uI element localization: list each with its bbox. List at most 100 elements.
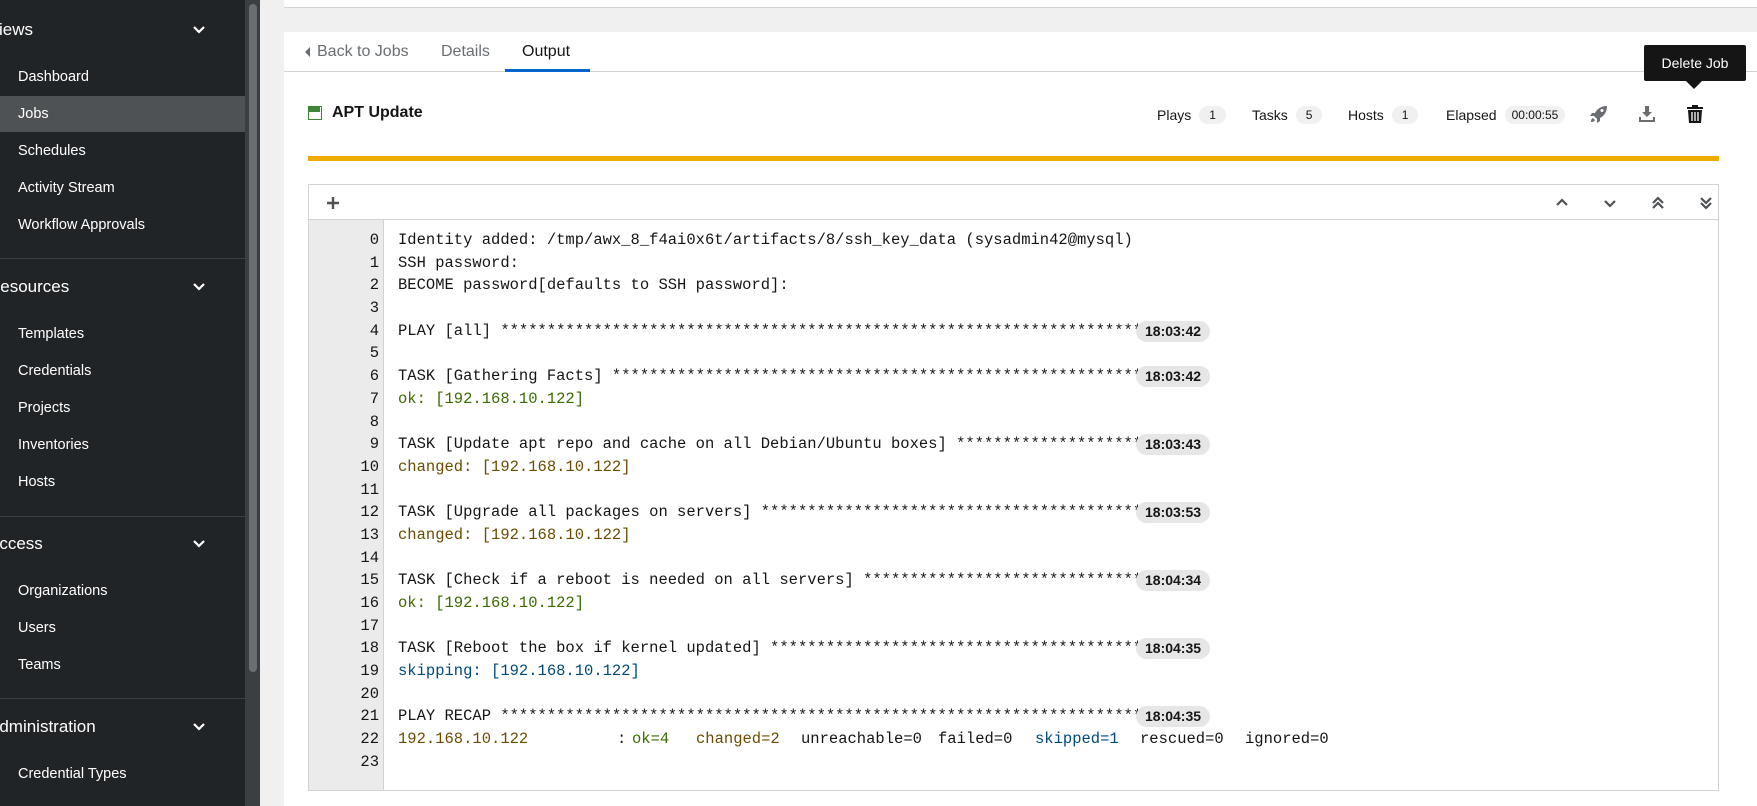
output-line: 10 changed: [192.168.10.122] bbox=[309, 456, 1718, 479]
sidebar-item-credential-types[interactable]: Credential Types bbox=[0, 756, 245, 792]
hosts-count-badge: 1 bbox=[1391, 106, 1419, 124]
recap-ignored: ignored=0 bbox=[1245, 730, 1329, 749]
chevron-down-icon bbox=[193, 723, 205, 731]
line-number: 21 bbox=[360, 707, 379, 726]
scroll-next-icon[interactable] bbox=[1600, 193, 1620, 213]
line-number: 16 bbox=[360, 594, 379, 612]
output-toolbar bbox=[309, 185, 1718, 220]
chevron-down-icon bbox=[193, 540, 205, 548]
output-line: 1 SSH password: bbox=[309, 252, 1718, 275]
tab-details[interactable]: Details bbox=[441, 32, 490, 72]
recap-failed: failed=0 bbox=[938, 730, 1013, 749]
output-line: 23 bbox=[309, 751, 1718, 774]
line-text: Identity added: /tmp/awx_8_f4ai0x6t/arti… bbox=[398, 231, 1133, 249]
line-text: TASK [Gathering Facts] *****************… bbox=[398, 367, 1143, 386]
relaunch-rocket-icon[interactable] bbox=[1589, 104, 1609, 124]
sidebar-item-projects[interactable]: Projects bbox=[0, 390, 245, 426]
nav-section-access[interactable]: Access bbox=[0, 522, 233, 566]
elapsed-label: Elapsed bbox=[1446, 107, 1497, 123]
output-line: 15 TASK [Check if a reboot is needed on a… bbox=[309, 569, 1718, 592]
output-line: 4 PLAY [all] ****************************… bbox=[309, 320, 1718, 343]
output-line: 17 bbox=[309, 615, 1718, 638]
line-number: 17 bbox=[360, 616, 379, 635]
sidebar-item-organizations[interactable]: Organizations bbox=[0, 573, 245, 609]
plays-stat: Plays 1 bbox=[1157, 106, 1226, 124]
line-number: 23 bbox=[360, 752, 379, 771]
nav-section-administration[interactable]: Administration bbox=[0, 705, 233, 749]
output-line: 18 TASK [Reboot the box if kernel updated… bbox=[309, 637, 1718, 660]
line-text: changed: [192.168.10.122] bbox=[398, 525, 631, 544]
line-number: 9 bbox=[369, 435, 379, 454]
delete-trash-icon[interactable] bbox=[1685, 104, 1705, 124]
line-text: PLAY [all] *****************************… bbox=[398, 321, 1143, 340]
line-text: BECOME password[defaults to SSH password… bbox=[398, 276, 789, 295]
output-line: 20 bbox=[309, 683, 1718, 706]
line-text: TASK [Reboot the box if kernel updated] … bbox=[398, 639, 1143, 658]
line-number: 13 bbox=[360, 525, 379, 544]
chevron-down-icon bbox=[193, 26, 205, 34]
line-number: 14 bbox=[360, 548, 379, 567]
sidebar-item-users[interactable]: Users bbox=[0, 610, 245, 646]
sidebar-item-workflow-approvals[interactable]: Workflow Approvals bbox=[0, 207, 245, 243]
sidebar-item-hosts[interactable]: Hosts bbox=[0, 464, 245, 500]
output-line: 7 ok: [192.168.10.122] bbox=[309, 388, 1718, 411]
tab-label: Details bbox=[441, 43, 490, 60]
nav-section-title: Views bbox=[0, 20, 34, 39]
tab-label: Output bbox=[522, 43, 571, 60]
output-line: 0 Identity added: /tmp/awx_8_f4ai0x6t/art… bbox=[309, 229, 1718, 252]
nav-section-views[interactable]: Views bbox=[0, 8, 233, 52]
active-tab-indicator bbox=[505, 69, 590, 72]
job-output-panel: 0 Identity added: /tmp/awx_8_f4ai0x6t/art… bbox=[308, 184, 1719, 791]
nav-divider bbox=[0, 258, 245, 259]
output-line: 6 TASK [Gathering Facts] ****************… bbox=[309, 365, 1718, 388]
timestamp-badge: 18:03:42 bbox=[1136, 320, 1211, 342]
recap-host: 192.168.10.122 bbox=[398, 730, 529, 749]
line-number: 12 bbox=[360, 503, 379, 522]
hosts-label: Hosts bbox=[1348, 107, 1384, 123]
sidebar-item-templates[interactable]: Templates bbox=[0, 316, 245, 352]
line-number: 18 bbox=[360, 639, 379, 658]
nav-section-title: Resources bbox=[0, 277, 70, 296]
sidebar-item-jobs[interactable]: Jobs bbox=[0, 96, 245, 132]
sidebar-item-schedules[interactable]: Schedules bbox=[0, 133, 245, 169]
output-line: 19 skipping: [192.168.10.122] bbox=[309, 660, 1718, 683]
line-text: skipping: [192.168.10.122] bbox=[398, 662, 640, 681]
tab-bar: Back to Jobs Details Output bbox=[284, 32, 1757, 72]
line-number: 1 bbox=[369, 253, 379, 272]
tab-output[interactable]: Output bbox=[522, 32, 570, 72]
line-text: changed: [192.168.10.122] bbox=[398, 457, 631, 476]
sidebar-item-inventories[interactable]: Inventories bbox=[0, 427, 245, 463]
line-number: 3 bbox=[369, 299, 379, 318]
page-top-bar bbox=[284, 0, 1757, 8]
delete-job-tooltip: Delete Job bbox=[1644, 45, 1746, 81]
hosts-stat: Hosts 1 bbox=[1348, 106, 1419, 124]
line-number: 11 bbox=[360, 480, 379, 499]
plays-count-badge: 1 bbox=[1199, 106, 1226, 124]
output-line: 9 TASK [Update apt repo and cache on all … bbox=[309, 433, 1718, 456]
tab-label: Back to Jobs bbox=[317, 43, 409, 60]
sidebar-scrollbar-thumb[interactable] bbox=[249, 4, 257, 672]
line-text: SSH password: bbox=[398, 253, 519, 272]
expand-all-plus-icon[interactable] bbox=[323, 193, 343, 213]
sidebar-item-dashboard[interactable]: Dashboard bbox=[0, 59, 245, 95]
timestamp-badge: 18:03:53 bbox=[1136, 502, 1211, 524]
tab-back-to-jobs[interactable]: Back to Jobs bbox=[304, 32, 409, 72]
download-icon[interactable] bbox=[1637, 104, 1657, 124]
nav-section-resources[interactable]: Resources bbox=[0, 265, 233, 309]
line-text: PLAY RECAP *****************************… bbox=[398, 707, 1143, 726]
caret-left-icon bbox=[305, 47, 310, 57]
output-lines: 0 Identity added: /tmp/awx_8_f4ai0x6t/art… bbox=[309, 229, 1718, 774]
line-number: 7 bbox=[369, 389, 379, 408]
sidebar-item-credentials[interactable]: Credentials bbox=[0, 353, 245, 389]
line-text: ok: [192.168.10.122] bbox=[398, 389, 585, 408]
scroll-last-icon[interactable] bbox=[1696, 193, 1716, 213]
job-header: APT Update Plays 1 Tasks 5 Hosts 1 Elaps… bbox=[308, 96, 1718, 136]
scroll-previous-icon[interactable] bbox=[1552, 193, 1572, 213]
timestamp-badge: 18:04:34 bbox=[1136, 570, 1211, 592]
output-line: 16 ok: [192.168.10.122] bbox=[309, 592, 1718, 615]
scroll-first-icon[interactable] bbox=[1648, 193, 1668, 213]
output-line: 11 bbox=[309, 479, 1718, 502]
sidebar-item-activity-stream[interactable]: Activity Stream bbox=[0, 170, 245, 206]
sidebar-item-teams[interactable]: Teams bbox=[0, 647, 245, 683]
line-number: 8 bbox=[369, 412, 379, 431]
